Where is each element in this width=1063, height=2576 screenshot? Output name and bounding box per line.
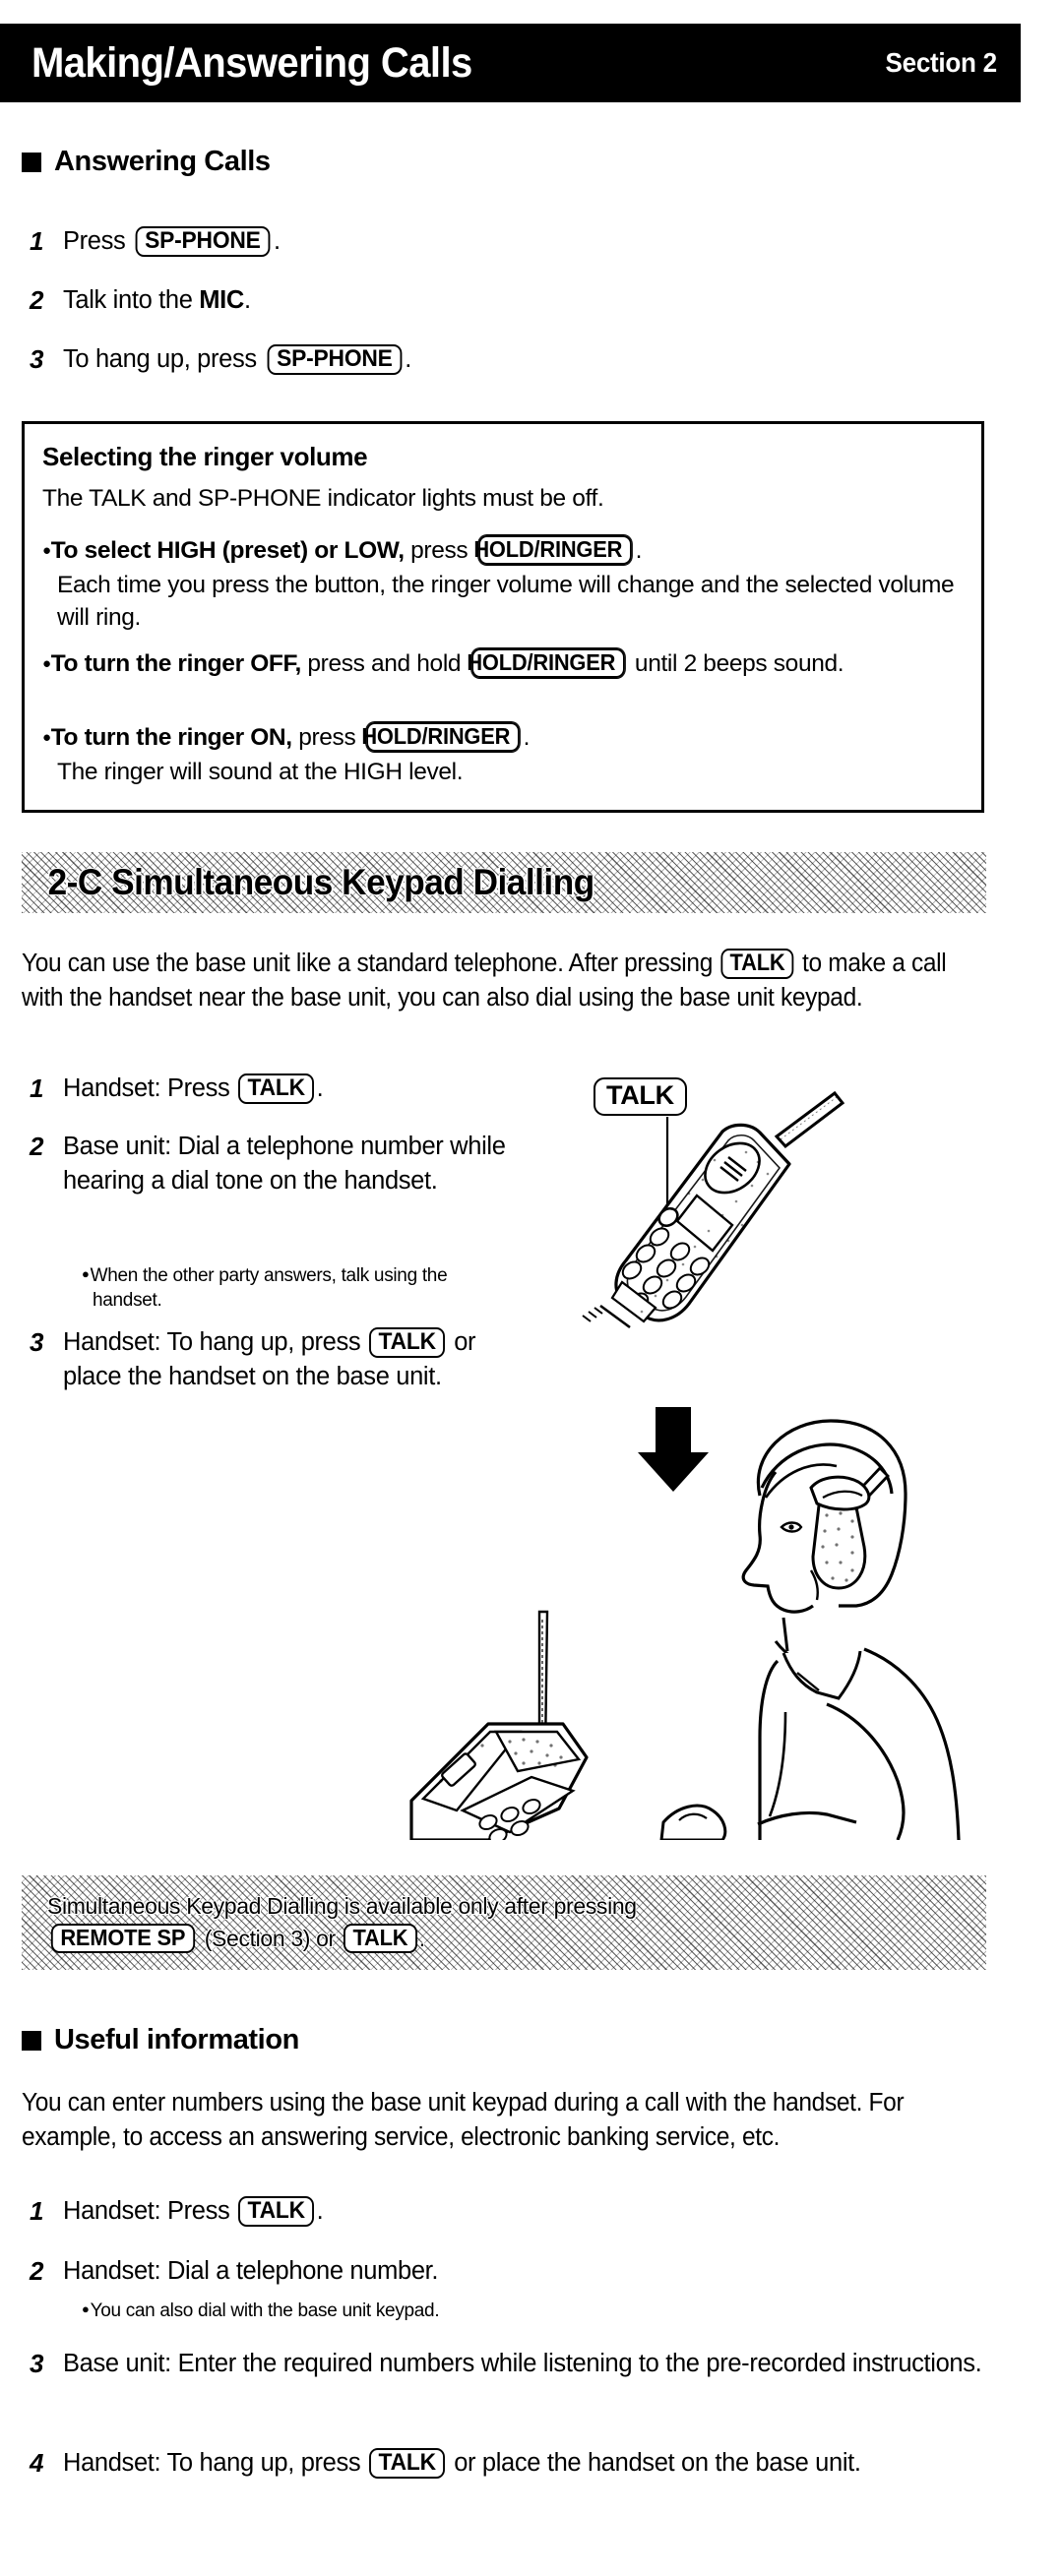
ringer-box-intro: The TALK and SP-PHONE indicator lights m… (42, 485, 604, 512)
ringer-box-title: Selecting the ringer volume (42, 442, 368, 471)
ringer-option-after: until 2 beeps sound. (628, 650, 844, 677)
note-band-line-1: Simultaneous Keypad Dialling is availabl… (47, 1893, 637, 1920)
key-hold-ringer[interactable]: HOLD/RINGER (473, 535, 632, 566)
step-text-after: . (273, 227, 281, 255)
ringer-option-lead: To turn the ringer OFF, (50, 650, 302, 677)
keypad-step-1: 1 Handset: Press TALK. (22, 1072, 533, 1107)
step-number: 2 (30, 1132, 44, 1161)
step-text: Base unit: Dial a telephone number while… (63, 1133, 506, 1196)
key-talk[interactable]: TALK (369, 2448, 446, 2480)
manual-page: Making/Answering Calls Section 2 Answeri… (0, 0, 1063, 2576)
step-text-after: or place the handset on the base unit. (447, 2449, 861, 2477)
step-text-before: Handset: To hang up, press (63, 1328, 368, 1356)
page-header-bar: Making/Answering Calls Section 2 (0, 24, 1021, 102)
step-text-after: . (316, 2197, 324, 2225)
key-talk[interactable]: TALK (369, 1327, 446, 1359)
square-bullet-icon (22, 2030, 41, 2051)
step-text: Press SP-PHONE. (63, 224, 281, 259)
useful-step-2: 2 Handset: Dial a telephone number. (22, 2254, 907, 2290)
section-2c-note-band: Simultaneous Keypad Dialling is availabl… (22, 1875, 986, 1970)
callout-key-talk[interactable]: TALK (594, 1077, 687, 1116)
person-base-unit-illustration (394, 1378, 1043, 1845)
step-text-before: Press (63, 227, 133, 255)
step-number: 2 (30, 285, 44, 315)
mic-label: MIC (199, 286, 244, 314)
step-text: Handset: Press TALK. (63, 1072, 324, 1106)
note-band-line-2: REMOTE SP (Section 3) or TALK. (47, 1923, 637, 1955)
square-bullet-icon (22, 152, 41, 172)
answering-step-2: 2 Talk into the MIC. (22, 283, 907, 319)
down-arrow-icon (638, 1407, 709, 1492)
step-text: Talk into the MIC. (63, 283, 251, 318)
note-band-mid: (Section 3) or (198, 1926, 342, 1951)
ringer-option-after: . (523, 724, 531, 751)
step-text-before: To hang up, press (63, 345, 264, 373)
keypad-step-2-note: When the other party answers, talk using… (85, 1264, 506, 1313)
ringer-option-mid: press (404, 537, 474, 564)
step-number: 4 (30, 2448, 44, 2478)
ringer-option-on-note: The ringer will sound at the HIGH level. (57, 759, 464, 785)
key-hold-ringer[interactable]: HOLD/RINGER (361, 722, 520, 753)
step-text: Handset: Press TALK. (63, 2194, 324, 2229)
section-2c-title: 2-C Simultaneous Keypad Dialling (47, 862, 595, 902)
ringer-option-on: To turn the ringer ON, press HOLD/RINGER… (42, 722, 982, 755)
section-2c-banner: 2-C Simultaneous Keypad Dialling (22, 852, 986, 913)
answering-step-1: 1 Press SP-PHONE. (22, 224, 907, 260)
section-2c-intro: You can use the base unit like a standar… (22, 947, 976, 1014)
useful-step-4: 4 Handset: To hang up, press TALK or pla… (22, 2446, 1006, 2482)
heading-answering-calls-label: Answering Calls (54, 146, 271, 177)
step-number: 2 (30, 2256, 44, 2286)
step-text: To hang up, press SP-PHONE. (63, 342, 411, 377)
ringer-option-high-low-note: Each time you press the button, the ring… (57, 572, 955, 631)
step-text-after: . (405, 345, 412, 373)
handset-illustration: TALK (539, 1058, 1041, 1382)
answering-step-3: 3 To hang up, press SP-PHONE. (22, 342, 907, 378)
useful-information-intro: You can enter numbers using the base uni… (22, 2089, 905, 2151)
ringer-option-mid: press and hold (300, 650, 468, 677)
step-text: Handset: Dial a telephone number. (63, 2257, 439, 2285)
key-talk[interactable]: TALK (720, 949, 794, 980)
ringer-option-off: To turn the ringer OFF, press and hold H… (42, 648, 982, 681)
step-text-after: . (316, 1074, 324, 1102)
heading-useful-information: Useful information (22, 2024, 299, 2056)
key-sp-phone[interactable]: SP-PHONE (267, 344, 402, 376)
key-sp-phone[interactable]: SP-PHONE (135, 226, 271, 258)
step-text-before: Handset: Press (63, 2197, 237, 2225)
heading-answering-calls: Answering Calls (22, 146, 271, 178)
step-text-after: . (243, 286, 251, 314)
step-number: 1 (30, 2196, 44, 2226)
note-band-after: . (418, 1926, 425, 1951)
useful-step-1: 1 Handset: Press TALK. (22, 2194, 907, 2230)
section-label: Section 2 (885, 47, 998, 78)
page-title: Making/Answering Calls (31, 38, 472, 87)
ringer-option-mid: press (291, 724, 362, 751)
key-talk[interactable]: TALK (238, 2196, 315, 2228)
ringer-option-after: . (635, 537, 643, 564)
ringer-option-lead: To select HIGH (preset) or LOW, (50, 537, 405, 564)
step-text: Handset: To hang up, press TALK or place… (63, 2446, 1006, 2481)
step-number: 1 (30, 1073, 44, 1103)
step-text-before: Handset: To hang up, press (63, 2449, 368, 2477)
useful-step-2-note: You can also dial with the base unit key… (85, 2300, 880, 2324)
note-band-text: Simultaneous Keypad Dialling is availabl… (22, 1890, 637, 1954)
key-talk[interactable]: TALK (343, 1924, 417, 1954)
step-number: 3 (30, 344, 44, 374)
step-number: 1 (30, 226, 44, 256)
ringer-option-high-low: To select HIGH (preset) or LOW, press HO… (42, 535, 982, 568)
keypad-step-2: 2 Base unit: Dial a telephone number whi… (22, 1130, 514, 1198)
key-remote-sp[interactable]: REMOTE SP (50, 1924, 195, 1954)
heading-useful-information-label: Useful information (54, 2024, 299, 2055)
step-number: 3 (30, 1327, 44, 1357)
person-drawing (409, 1407, 961, 1845)
key-hold-ringer[interactable]: HOLD/RINGER (467, 648, 625, 679)
ringer-volume-box: Selecting the ringer volume The TALK and… (22, 421, 984, 813)
key-talk[interactable]: TALK (238, 1073, 315, 1105)
step-text: Base unit: Enter the required numbers wh… (63, 2350, 982, 2377)
intro-part-1: You can use the base unit like a standar… (22, 950, 719, 977)
ringer-option-lead: To turn the ringer ON, (50, 724, 292, 751)
step-text-before: Handset: Press (63, 1074, 237, 1102)
useful-step-3: 3 Base unit: Enter the required numbers … (22, 2347, 1006, 2382)
step-number: 3 (30, 2349, 44, 2378)
step-text-before: Talk into the (63, 286, 200, 314)
